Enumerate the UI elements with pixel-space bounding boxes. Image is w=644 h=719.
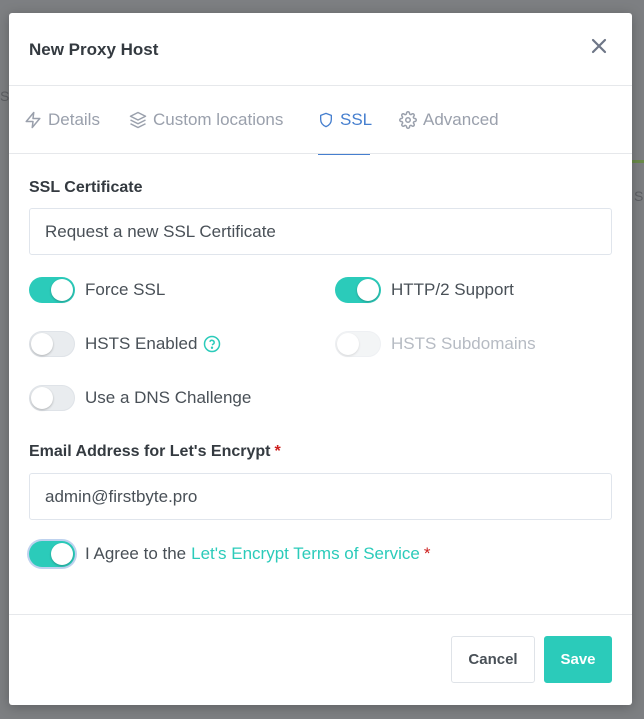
shield-icon [320,112,332,128]
help-icon[interactable] [203,335,221,353]
dns-challenge-toggle[interactable] [29,385,75,411]
email-field[interactable]: admin@firstbyte.pro [29,473,612,520]
modal-footer: Cancel Save [9,614,632,705]
force-ssl-toggle[interactable] [29,277,75,303]
http2-row: HTTP/2 Support [335,277,514,303]
hsts-subdomains-toggle [335,331,381,357]
tab-ssl-label: SSL [340,110,373,129]
tab-bar: Details Custom locations SSL Advanced [9,86,632,155]
layers-icon [129,111,147,129]
tab-advanced-label: Advanced [423,110,499,129]
close-button[interactable] [590,37,608,55]
agree-tos-prefix: I Agree to the [85,544,187,563]
ssl-certificate-value: Request a new SSL Certificate [45,221,276,241]
dns-challenge-label: Use a DNS Challenge [85,388,252,407]
force-ssl-label: Force SSL [85,280,166,299]
tab-ssl[interactable]: SSL [318,86,373,155]
hsts-subdomains-label: HSTS Subdomains [391,334,536,353]
lightning-icon [25,111,41,129]
ssl-certificate-label: SSL Certificate [29,179,143,196]
agree-tos-row: I Agree to the Let's Encrypt Terms of Se… [29,541,431,567]
tab-advanced[interactable]: Advanced [399,86,499,154]
dns-challenge-row: Use a DNS Challenge [29,385,251,411]
gear-icon [399,111,417,129]
close-icon [591,38,607,54]
required-marker: * [274,443,281,460]
tab-custom-locations[interactable]: Custom locations [129,86,283,154]
cancel-button[interactable]: Cancel [451,636,535,683]
http2-label: HTTP/2 Support [391,280,514,299]
email-label-text: Email Address for Let's Encrypt [29,443,271,460]
email-label: Email Address for Let's Encrypt * [29,443,281,461]
modal-header: New Proxy Host [9,13,632,86]
http2-toggle[interactable] [335,277,381,303]
tab-details-label: Details [48,110,100,129]
hsts-toggle[interactable] [29,331,75,357]
background-accent-line [630,160,644,163]
required-marker: * [423,544,431,563]
save-button[interactable]: Save [544,636,612,683]
hsts-label: HSTS Enabled [85,334,198,353]
hsts-subdomains-row: HSTS Subdomains [335,331,536,357]
modal-title: New Proxy Host [29,40,159,59]
background-text-fragment: S [634,188,644,204]
new-proxy-host-dialog: New Proxy Host Details Custom locations … [9,13,632,705]
tab-custom-locations-label: Custom locations [153,110,284,129]
agree-tos-toggle[interactable] [29,541,75,567]
hsts-row: HSTS Enabled [29,331,221,357]
tos-link[interactable]: Let's Encrypt Terms of Service [191,544,420,564]
ssl-certificate-select[interactable]: Request a new SSL Certificate [29,208,612,255]
tab-details[interactable]: Details [24,86,100,154]
email-value: admin@firstbyte.pro [45,486,198,506]
force-ssl-row: Force SSL [29,277,165,303]
